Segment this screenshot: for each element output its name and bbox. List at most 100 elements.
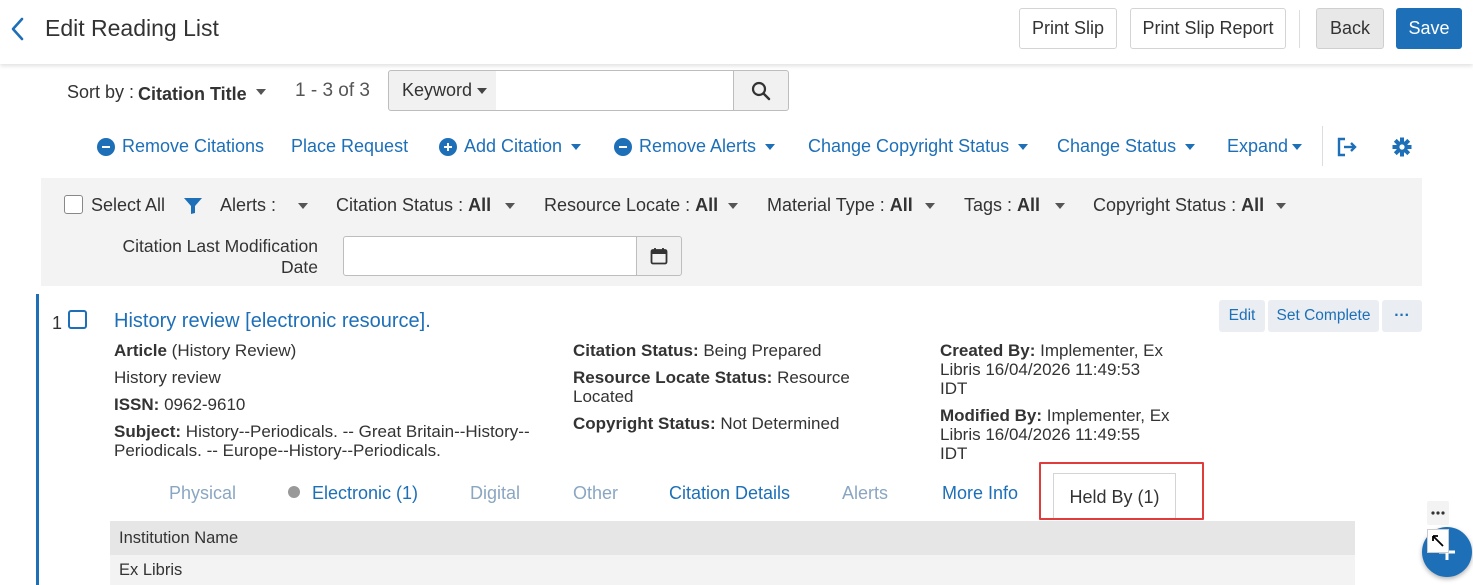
last-modification-date-input[interactable] (343, 236, 638, 276)
chevron-down-icon[interactable] (1276, 203, 1286, 209)
expand-label: Expand (1227, 136, 1289, 156)
table-row: Ex Libris (110, 555, 1355, 585)
material-type-filter[interactable]: Material Type : All (767, 195, 913, 216)
expand-button[interactable]: Expand (1227, 136, 1303, 157)
record-copyright-status: Copyright Status: Not Determined (573, 414, 839, 433)
tab-other[interactable]: Other (573, 483, 618, 504)
record-resource-locate-value1: Resource (777, 368, 850, 387)
page-title: Edit Reading List (45, 15, 219, 41)
record-number: 1 (52, 313, 63, 333)
record-modified-value2: Libris 16/04/2026 11:49:55 (940, 425, 1141, 444)
status-dot-icon (288, 486, 300, 498)
edit-button[interactable]: Edit (1219, 300, 1265, 332)
export-icon[interactable] (1335, 135, 1359, 159)
resize-cursor-icon (1427, 529, 1449, 553)
citation-status-filter[interactable]: Citation Status : All (336, 195, 491, 216)
tags-filter[interactable]: Tags : All (964, 195, 1040, 216)
chevron-down-icon[interactable] (505, 203, 515, 209)
chevron-down-icon[interactable] (728, 203, 738, 209)
record-citation-status: Citation Status: Being Prepared (573, 341, 821, 360)
sort-caret-icon[interactable] (256, 89, 266, 95)
last-modification-date-label-line1: Citation Last Modification (122, 236, 318, 256)
record-subject-label: Subject: (114, 422, 182, 441)
filter-icon[interactable] (183, 197, 203, 220)
copyright-status-filter[interactable]: Copyright Status : All (1093, 195, 1264, 216)
tab-electronic[interactable]: Electronic (1) (288, 483, 418, 504)
tab-alerts[interactable]: Alerts (842, 483, 888, 504)
result-count: 1 - 3 of 3 (295, 80, 370, 101)
sort-label: Sort by : (67, 82, 135, 102)
record-modified-label: Modified By: (940, 406, 1042, 425)
copyright-status-filter-value: All (1241, 195, 1265, 215)
date-picker-button[interactable] (636, 236, 682, 276)
material-type-filter-value: All (889, 195, 913, 215)
record-resource-locate-value2: Located (573, 387, 634, 406)
add-citation-button[interactable]: Add Citation (439, 136, 582, 157)
record-copyright-value: Not Determined (720, 414, 840, 433)
chevron-down-icon (1018, 143, 1029, 150)
toolbar-divider (1322, 126, 1323, 166)
page-header: Edit Reading List Print Slip Print Slip … (0, 0, 1473, 64)
place-request-button[interactable]: Place Request (291, 136, 408, 157)
change-copyright-status-label: Change Copyright Status (808, 136, 1010, 156)
print-slip-button[interactable]: Print Slip (1019, 8, 1117, 49)
record-citation-status-label: Citation Status: (573, 341, 699, 360)
search-icon (751, 81, 771, 100)
more-actions-button[interactable]: ··· (1382, 300, 1422, 332)
record-issn-value: 0962-9610 (164, 395, 246, 414)
record-checkbox[interactable] (68, 310, 87, 329)
chevron-down-icon (477, 87, 488, 94)
record-type: Article (History Review) (114, 341, 296, 360)
chevron-down-icon[interactable] (1055, 203, 1065, 209)
tags-filter-label: Tags : (964, 195, 1013, 215)
chevron-down-icon (571, 143, 582, 150)
record-created-value1: Implementer, Ex (1040, 341, 1163, 360)
record-created-value3: IDT (940, 379, 968, 398)
record-citation-status-value: Being Prepared (703, 341, 822, 360)
change-copyright-status-button[interactable]: Change Copyright Status (808, 136, 1029, 157)
record-subject: Subject: History--Periodicals. -- Great … (114, 422, 530, 460)
alerts-filter[interactable]: Alerts : (220, 195, 276, 216)
record-copyright-label: Copyright Status: (573, 414, 716, 433)
tab-citation-details[interactable]: Citation Details (669, 483, 790, 504)
tab-physical[interactable]: Physical (169, 483, 236, 504)
record-resource-locate-label: Resource Locate Status: (573, 368, 773, 387)
search-input[interactable] (496, 70, 734, 111)
record-type-label: Article (114, 341, 167, 360)
back-button[interactable]: Back (1316, 8, 1384, 49)
chevron-down-icon[interactable] (298, 203, 308, 209)
more-horizontal-icon[interactable] (1427, 501, 1449, 525)
print-slip-report-button[interactable]: Print Slip Report (1130, 8, 1286, 49)
search-scope-label: Keyword (402, 80, 473, 100)
record-modified-value3: IDT (940, 444, 968, 463)
record-subtitle: History review (114, 368, 221, 387)
minus-circle-icon (97, 137, 115, 156)
tab-digital[interactable]: Digital (470, 483, 520, 504)
resource-locate-filter[interactable]: Resource Locate : All (544, 195, 718, 216)
change-status-label: Change Status (1057, 136, 1177, 156)
remove-citations-button[interactable]: Remove Citations (97, 136, 264, 157)
minus-circle-icon (614, 137, 632, 156)
header-divider (1299, 10, 1300, 48)
chevron-down-icon (765, 143, 776, 150)
back-chevron-icon[interactable] (6, 16, 28, 42)
tab-electronic-label: Electronic (1) (312, 483, 419, 503)
change-status-button[interactable]: Change Status (1057, 136, 1196, 157)
save-button[interactable]: Save (1396, 8, 1462, 49)
chevron-down-icon (1185, 143, 1196, 150)
sort-value[interactable]: Citation Title (138, 84, 247, 105)
record-subject-line2: Periodicals. -- Europe--History--Periodi… (114, 441, 441, 460)
search-scope-select[interactable]: Keyword (388, 70, 497, 111)
select-all-checkbox[interactable] (64, 195, 83, 214)
remove-alerts-button[interactable]: Remove Alerts (614, 136, 776, 157)
gear-icon[interactable] (1390, 135, 1414, 159)
search-button[interactable] (733, 70, 789, 111)
set-complete-button[interactable]: Set Complete (1268, 300, 1379, 332)
resource-locate-filter-value: All (695, 195, 719, 215)
tab-more-info[interactable]: More Info (942, 483, 1018, 504)
record-created-value2: Libris 16/04/2026 11:49:53 (940, 360, 1141, 379)
record-title-link[interactable]: History review [electronic resource]. (114, 310, 431, 333)
copyright-status-filter-label: Copyright Status : (1093, 195, 1237, 215)
chevron-down-icon[interactable] (925, 203, 935, 209)
record-resource-locate-status: Resource Locate Status: Resource Located (573, 368, 850, 406)
